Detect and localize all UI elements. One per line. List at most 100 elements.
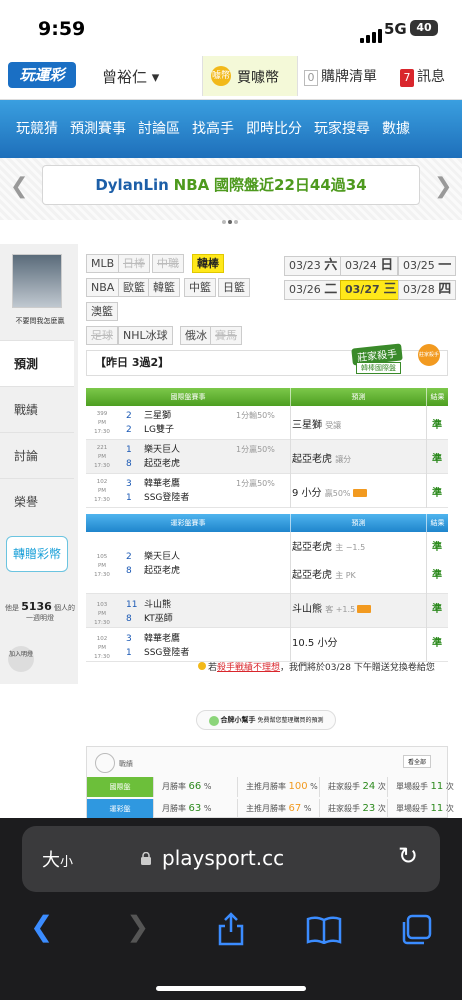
league-filter-item[interactable]: NHL冰球 <box>118 326 173 345</box>
date-tab-weekday: 一 <box>438 258 452 273</box>
messages-label: 訊息 <box>417 69 445 85</box>
game-time: PM 17:30 <box>94 611 110 626</box>
league-filter-item[interactable]: 韓籃 <box>148 278 180 297</box>
date-tab[interactable]: 03/28 四 <box>398 280 457 300</box>
league-filter-item[interactable]: 足球 <box>86 326 118 345</box>
record-stat: 莊家殺手 23 次 <box>319 799 386 819</box>
prediction-pick: 起亞老虎 <box>292 542 332 553</box>
league-filter-item[interactable]: 韓棒 <box>192 254 224 273</box>
record-stat-value: 66 <box>188 781 202 792</box>
bookmarks-icon[interactable] <box>306 916 342 944</box>
league-filter-item[interactable]: 澳籃 <box>86 302 118 321</box>
prediction: 9 小分 贏50% <box>292 484 367 499</box>
date-tab-weekday: 四 <box>438 282 452 297</box>
prediction: 斗山熊 客 +1.5 <box>292 600 372 615</box>
tab-record[interactable]: 戰績 <box>0 386 74 432</box>
record-stat: 月勝率 66 % <box>153 777 211 797</box>
buy-coins-button[interactable]: 噱幣 買噱幣 <box>202 56 298 96</box>
intl-game-header: 國際盤賽事 <box>170 393 206 401</box>
game-time: PM 17:30 <box>94 488 110 503</box>
signal-icon <box>360 24 384 43</box>
league-filter-item[interactable]: NBA <box>86 278 120 297</box>
back-icon[interactable]: ❮ <box>30 910 53 943</box>
date-tab[interactable]: 03/26 二 <box>284 280 343 300</box>
nav-item[interactable]: 玩家搜尋 <box>314 100 370 158</box>
cart-link[interactable]: 0 購牌清單 <box>304 66 377 86</box>
site-logo[interactable]: 玩運彩 <box>8 62 76 88</box>
result-mark: 準 <box>432 542 442 553</box>
nav-item[interactable]: 數據 <box>382 100 410 158</box>
record-stat-value: 11 <box>430 803 444 814</box>
date-tab[interactable]: 03/25 一 <box>398 256 457 276</box>
date-tab[interactable]: 03/27 三 <box>340 280 402 300</box>
column-divider <box>426 532 427 662</box>
reader-settings-button[interactable]: 大小 <box>42 846 73 872</box>
league-filter-item[interactable]: 賽馬 <box>210 326 242 345</box>
league-filter-item[interactable]: 日棒 <box>118 254 150 273</box>
view-all-button[interactable]: 看全部 <box>403 755 432 768</box>
league-filter-item[interactable]: 歐籃 <box>118 278 150 297</box>
tab-predict[interactable]: 預測 <box>0 340 74 386</box>
score-home: 1 <box>126 648 132 658</box>
nav-item[interactable]: 預測賽事 <box>70 100 126 158</box>
chevron-left-icon[interactable]: ❮ <box>10 174 28 199</box>
nav-item[interactable]: 玩競猜 <box>16 100 58 158</box>
user-menu[interactable]: 曾裕仁 ▾ <box>102 66 159 87</box>
date-tab-date: 03/25 <box>403 259 435 272</box>
scores: 28 <box>126 550 132 578</box>
record-stat-value: 100 <box>288 781 308 792</box>
address-bar[interactable]: 大小 playsport.cc ↻ <box>22 826 440 892</box>
nav-item[interactable]: 即時比分 <box>246 100 302 158</box>
helper-button[interactable]: 合牌小幫手 免費幫您整理購買的預測 <box>196 710 336 730</box>
scores: 11 8 <box>126 598 137 626</box>
battery-icon: 40 <box>410 20 438 36</box>
nav-item[interactable]: 找高手 <box>192 100 234 158</box>
chevron-right-icon[interactable]: ❯ <box>434 174 452 199</box>
record-panel: 戰績 看全部 國際盤 月勝率 66 % 主推月勝率 100 % 莊家殺手 24 次單場… <box>86 746 454 819</box>
tab-discussion[interactable]: 討論 <box>0 432 74 478</box>
messages-link[interactable]: 7 訊息 <box>400 66 445 87</box>
reload-icon[interactable]: ↻ <box>398 842 418 870</box>
add-follow-button[interactable]: 加入明燈 <box>8 646 34 672</box>
scores: 22 <box>126 409 132 437</box>
date-tab-weekday: 三 <box>383 282 397 297</box>
team-home: KT巫師 <box>144 614 173 624</box>
table-row: 105 PM 17:30 2 8 樂天巨人 起亞老虎 起亞老虎 主 −1.5 準起亞老虎 主 … <box>86 532 448 594</box>
gift-coins-button[interactable]: 轉贈彩幣 <box>6 536 68 572</box>
game-meta: 102 PM 17:30 <box>90 635 114 662</box>
record-stat-unit: 次 <box>375 782 386 791</box>
killer-record-link[interactable]: 殺手戰績不理想 <box>217 663 280 673</box>
league-filter-item[interactable]: 中籃 <box>184 278 216 297</box>
score-away: 3 <box>126 479 132 489</box>
banner-text[interactable]: DylanLin NBA 國際盤近22日44過34 <box>42 165 420 205</box>
prediction-note: 受讓 <box>325 421 342 430</box>
record-stat-label: 莊家殺手 <box>328 782 363 791</box>
forward-icon[interactable]: ❯ <box>126 910 149 943</box>
game-meta: 102 PM 17:30 <box>90 478 114 505</box>
date-tab[interactable]: 03/23 六 <box>284 256 343 276</box>
tabs-icon[interactable] <box>400 914 432 946</box>
profile-name: 不要問我怎麼贏 <box>15 317 65 325</box>
league-filter-item[interactable]: 俄冰 <box>180 326 212 345</box>
buy-coins-label: 買噱幣 <box>237 70 279 86</box>
date-tab[interactable]: 03/24 日 <box>340 256 399 276</box>
tab-honors[interactable]: 榮譽 <box>0 478 74 524</box>
share-icon[interactable] <box>216 912 246 946</box>
result-mark: 準 <box>432 420 442 431</box>
record-title: 戰績 <box>119 760 133 768</box>
league-filter-item[interactable]: 中職 <box>152 254 184 273</box>
record-stat-label: 月勝率 <box>162 782 189 791</box>
record-stat-value: 24 <box>362 781 376 792</box>
date-tab-date: 03/28 <box>403 283 435 296</box>
nav-item[interactable]: 討論區 <box>138 100 180 158</box>
league-filter-item[interactable]: MLB <box>86 254 120 273</box>
score-away: 2 <box>126 552 132 562</box>
game-number: 102 <box>96 479 108 485</box>
record-stat: 主推月勝率 100 % <box>237 777 318 797</box>
prediction: 起亞老虎 主 PK <box>292 566 356 581</box>
result-mark: 準 <box>432 570 442 581</box>
league-filter-item[interactable]: 日籃 <box>218 278 250 297</box>
prediction-pick: 9 小分 <box>292 488 322 499</box>
record-stat-value: 63 <box>188 803 202 814</box>
lock-icon <box>141 852 151 865</box>
